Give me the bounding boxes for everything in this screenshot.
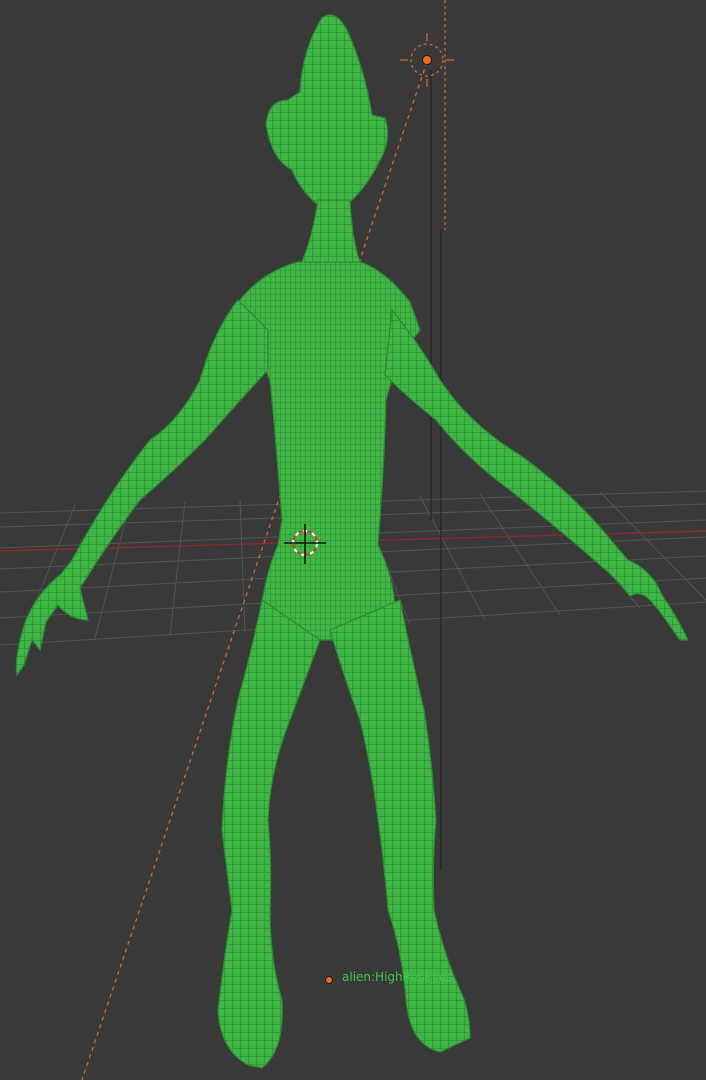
3d-viewport[interactable]: alien:HighResEyes <box>0 0 706 1080</box>
alien-mesh[interactable] <box>15 14 689 1069</box>
scene-canvas[interactable] <box>0 0 706 1080</box>
object-name-label: alien:HighResEyes <box>342 970 453 984</box>
light-vertical-line <box>430 70 442 870</box>
object-origin-icon[interactable] <box>325 976 333 984</box>
sun-lamp-icon[interactable] <box>400 33 454 87</box>
